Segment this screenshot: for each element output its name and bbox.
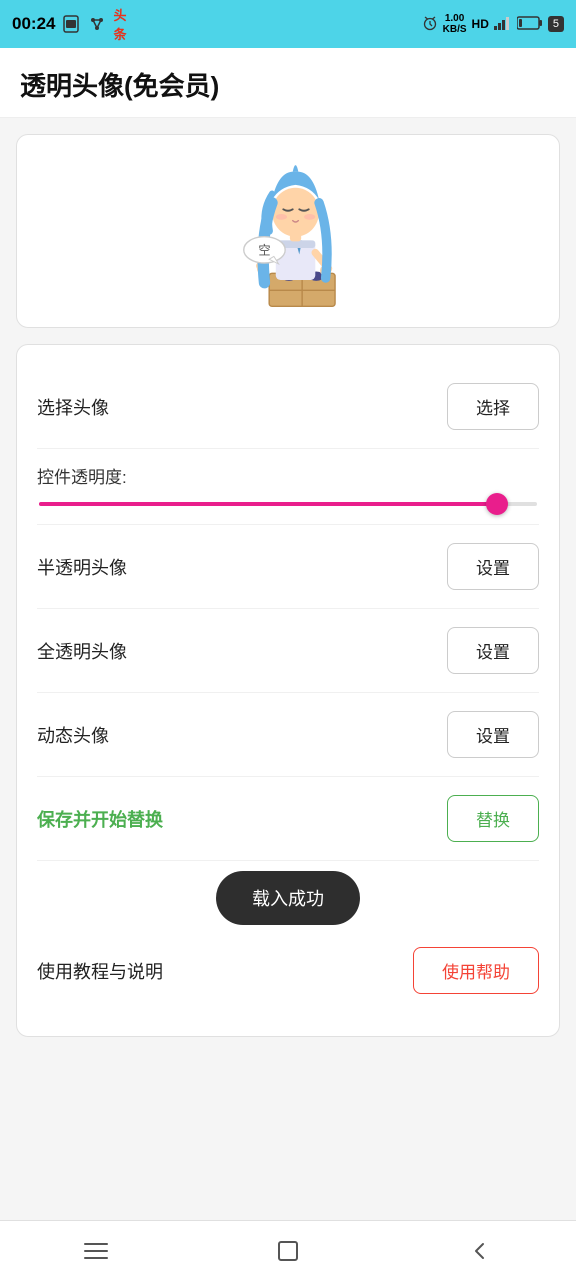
signal-icon [494, 16, 512, 33]
network-icon [87, 14, 107, 34]
semi-transparent-label: 半透明头像 [37, 554, 127, 580]
status-bar-right: 1.00KB/S HD 5 [422, 13, 564, 35]
dynamic-avatar-label: 动态头像 [37, 722, 109, 748]
transparency-row: 控件透明度: [37, 449, 539, 525]
transparency-slider-thumb[interactable] [486, 493, 508, 515]
semi-transparent-button[interactable]: 设置 [447, 543, 539, 590]
character-preview: 空 [213, 151, 363, 311]
select-avatar-row: 选择头像 选择 [37, 365, 539, 449]
toast-container: 载入成功 [37, 861, 539, 929]
full-transparent-row: 全透明头像 设置 [37, 609, 539, 693]
full-transparent-button[interactable]: 设置 [447, 627, 539, 674]
main-content: 空 选择头像 选择 控件透明度: 半透明头像 设置 全透明头像 设置 [0, 118, 576, 1220]
status-bar: 00:24 头条 1.00KB/S HD [0, 0, 576, 48]
sim-icon [61, 14, 81, 34]
preview-card: 空 [16, 134, 560, 328]
title-bar: 透明头像(免会员) [0, 48, 576, 118]
battery-level: 5 [548, 16, 564, 32]
select-avatar-button[interactable]: 选择 [447, 383, 539, 430]
save-replace-row: 保存并开始替换 替换 [37, 777, 539, 861]
svg-text:空: 空 [258, 244, 270, 258]
nav-bar [0, 1220, 576, 1280]
character-illustration: 空 [213, 151, 363, 311]
transparency-slider-fill [39, 502, 497, 506]
toutiao-icon: 头条 [113, 14, 133, 34]
help-tutorial-label: 使用教程与说明 [37, 958, 163, 984]
help-tutorial-row: 使用教程与说明 使用帮助 [37, 929, 539, 1012]
page-title: 透明头像(免会员) [20, 66, 556, 103]
hd-label: HD [472, 17, 489, 31]
dynamic-avatar-button[interactable]: 设置 [447, 711, 539, 758]
help-tutorial-button[interactable]: 使用帮助 [413, 947, 539, 994]
save-replace-label: 保存并开始替换 [37, 806, 163, 832]
battery-icon [517, 16, 543, 33]
home-icon[interactable] [274, 1237, 302, 1265]
select-avatar-label: 选择头像 [37, 394, 109, 420]
transparency-slider-track[interactable] [39, 502, 537, 506]
transparency-label: 控件透明度: [37, 463, 539, 488]
back-icon[interactable] [466, 1237, 494, 1265]
menu-icon[interactable] [82, 1237, 110, 1265]
save-replace-button[interactable]: 替换 [447, 795, 539, 842]
semi-transparent-row: 半透明头像 设置 [37, 525, 539, 609]
alarm-icon [422, 15, 438, 34]
speed-label: 1.00KB/S [443, 13, 467, 35]
toast-message: 载入成功 [216, 871, 360, 925]
status-bar-left: 00:24 头条 [12, 14, 133, 34]
full-transparent-label: 全透明头像 [37, 638, 127, 664]
settings-card: 选择头像 选择 控件透明度: 半透明头像 设置 全透明头像 设置 动态头像 设置 [16, 344, 560, 1037]
dynamic-avatar-row: 动态头像 设置 [37, 693, 539, 777]
status-time: 00:24 [12, 14, 55, 34]
